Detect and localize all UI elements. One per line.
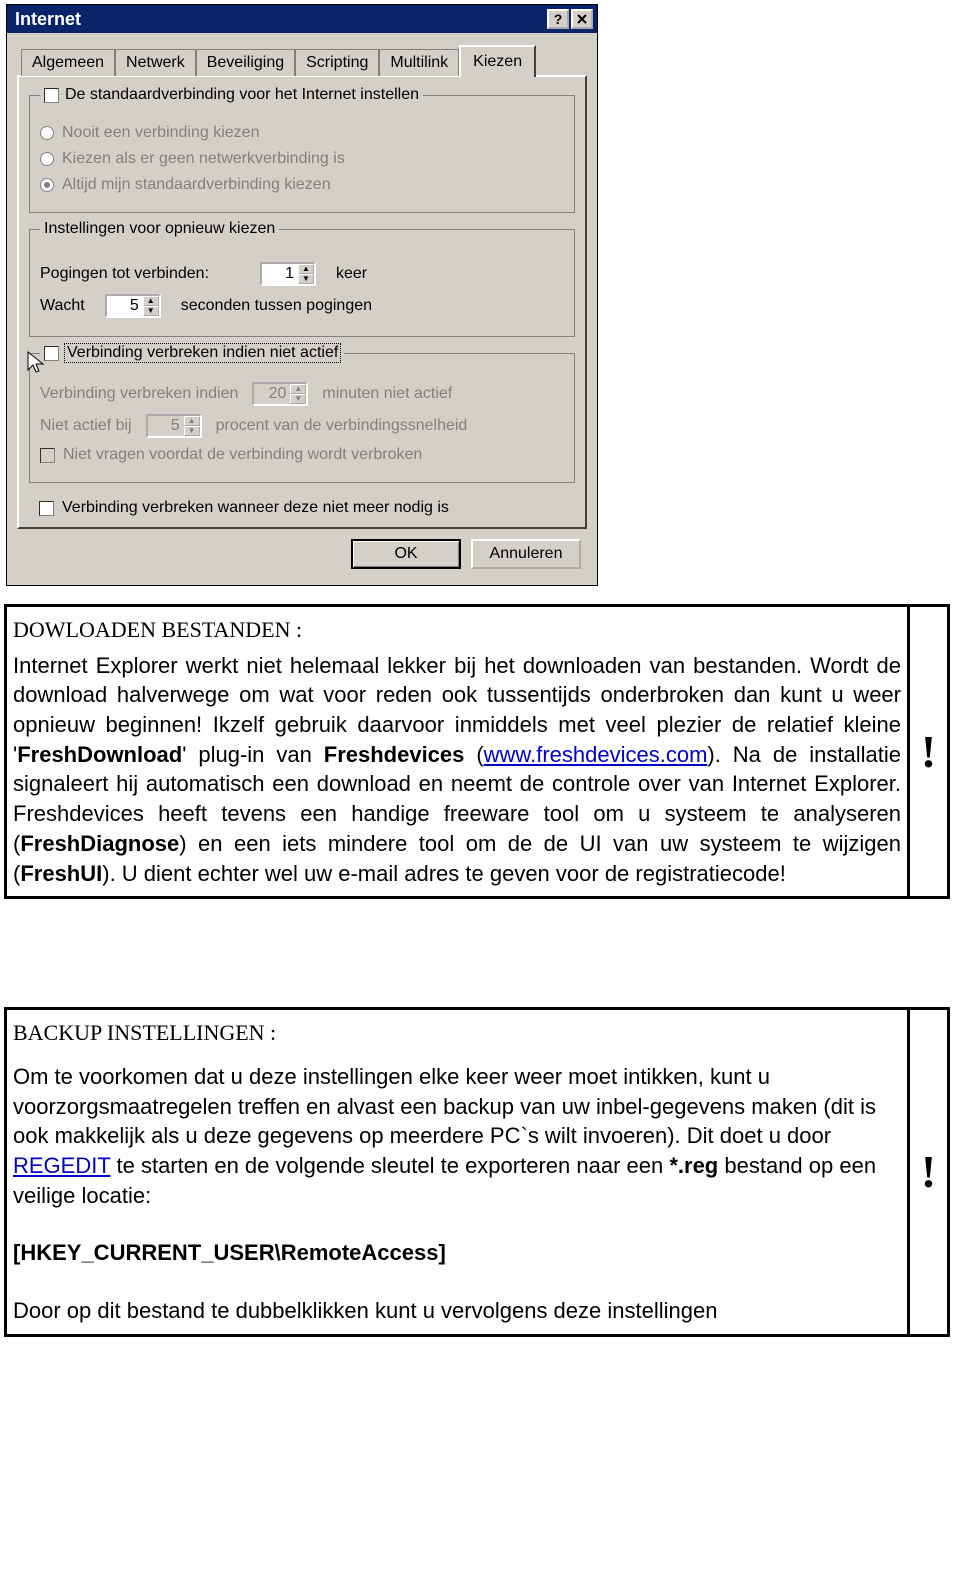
procent-spinner: ▲▼ (146, 414, 202, 438)
pogingen-input[interactable] (262, 264, 298, 284)
niet-vragen-label: Niet vragen voordat de verbinding wordt … (63, 446, 422, 464)
regedit-link[interactable]: REGEDIT (13, 1153, 110, 1178)
download-text: DOWLOADEN BESTANDEN : Internet Explorer … (7, 607, 907, 896)
wacht-input[interactable] (107, 296, 143, 316)
close-icon (577, 14, 587, 24)
spin-down-icon[interactable]: ▼ (143, 306, 159, 316)
download-bang: ! (907, 607, 947, 896)
titlebar[interactable]: Internet ? (7, 5, 597, 33)
group-legend-2: Instellingen voor opnieuw kiezen (44, 220, 275, 238)
spin-up-icon: ▲ (290, 384, 306, 394)
wacht-label: Wacht (40, 297, 85, 315)
pogingen-label: Pogingen tot verbinden: (40, 265, 240, 283)
freshdownload: FreshDownload (17, 742, 182, 767)
backup-text: BACKUP INSTELLINGEN : Om te voorkomen da… (7, 1010, 907, 1334)
cancel-button[interactable]: Annuleren (471, 539, 581, 569)
window-title: Internet (15, 9, 545, 30)
tab-scripting[interactable]: Scripting (295, 49, 379, 76)
niet-actief-bij-label: Niet actief bij (40, 417, 132, 435)
minuten-input (254, 384, 290, 404)
backup-heading: BACKUP INSTELLINGEN : (13, 1018, 901, 1048)
seconden-label: seconden tussen pogingen (181, 297, 372, 315)
tab-beveiliging[interactable]: Beveiliging (196, 49, 295, 76)
minuten-spinner: ▲▼ (252, 382, 308, 406)
freshdevices-link[interactable]: www.freshdevices.com (484, 742, 708, 767)
download-p2: ' plug-in van (182, 742, 324, 767)
group-standaardverbinding: De standaardverbinding voor het Internet… (29, 95, 575, 213)
backup-p1: Om te voorkomen dat u deze instellingen … (13, 1064, 876, 1148)
radio-altijd-label: Altijd mijn standaardverbinding kiezen (62, 176, 331, 194)
tab-panel-kiezen: De standaardverbinding voor het Internet… (17, 75, 587, 529)
internet-dialog: Internet ? Algemeen Netwerk Beveiliging … (6, 4, 598, 586)
procent-input (148, 416, 184, 436)
procent-label: procent van de verbindingssnelheid (216, 417, 468, 435)
checkbox-niet-vragen (40, 448, 55, 463)
tab-kiezen[interactable]: Kiezen (459, 45, 536, 77)
backup-section: BACKUP INSTELLINGEN : Om te voorkomen da… (4, 1007, 950, 1337)
reg-file: *.reg (669, 1153, 718, 1178)
spin-down-icon: ▼ (184, 426, 200, 436)
close-button[interactable] (571, 9, 593, 29)
checkbox-verbreken-inactief[interactable] (44, 346, 59, 361)
freshdevices: Freshdevices (324, 742, 465, 767)
download-section: DOWLOADEN BESTANDEN : Internet Explorer … (4, 604, 950, 899)
spin-down-icon: ▼ (290, 394, 306, 404)
radio-als-geen-label: Kiezen als er geen netwerkverbinding is (62, 150, 345, 168)
download-p6: ). U dient echter wel uw e-mail adres te… (102, 861, 786, 886)
radio-nooit (40, 126, 54, 140)
checkbox-standaardverbinding[interactable] (44, 88, 59, 103)
radio-als-geen (40, 152, 54, 166)
ok-button[interactable]: OK (351, 539, 461, 569)
wacht-spinner[interactable]: ▲▼ (105, 294, 161, 318)
radio-altijd (40, 178, 54, 192)
spin-up-icon: ▲ (184, 416, 200, 426)
freshui: FreshUI (20, 861, 102, 886)
backup-p4: Door op dit bestand te dubbelklikken kun… (13, 1298, 717, 1323)
verbreken-indien-label: Verbinding verbreken indien (40, 385, 238, 403)
spin-down-icon[interactable]: ▼ (298, 274, 314, 284)
freshdiagnose: FreshDiagnose (20, 831, 179, 856)
help-button[interactable]: ? (547, 9, 569, 29)
pogingen-spinner[interactable]: ▲▼ (260, 262, 316, 286)
keer-label: keer (336, 265, 367, 283)
minuten-label: minuten niet actief (322, 385, 452, 403)
tab-multilink[interactable]: Multilink (379, 49, 459, 76)
group-opnieuw-kiezen: Instellingen voor opnieuw kiezen Poginge… (29, 229, 575, 337)
group-legend-1: De standaardverbinding voor het Internet… (65, 86, 419, 104)
verbreken-nodig-label: Verbinding verbreken wanneer deze niet m… (62, 499, 449, 517)
backup-bang: ! (907, 1010, 947, 1334)
spin-up-icon[interactable]: ▲ (298, 264, 314, 274)
backup-p2: te starten en de volgende sleutel te exp… (110, 1153, 669, 1178)
download-p3: ( (464, 742, 483, 767)
group-legend-3: Verbinding verbreken indien niet actief (65, 344, 340, 362)
tab-netwerk[interactable]: Netwerk (115, 49, 196, 76)
registry-key: [HKEY_CURRENT_USER\RemoteAccess] (13, 1240, 446, 1265)
group-verbreken: Verbinding verbreken indien niet actief … (29, 353, 575, 483)
checkbox-verbreken-nodig[interactable] (39, 501, 54, 516)
radio-nooit-label: Nooit een verbinding kiezen (62, 124, 259, 142)
spin-up-icon[interactable]: ▲ (143, 296, 159, 306)
tab-algemeen[interactable]: Algemeen (21, 49, 115, 76)
tab-row: Algemeen Netwerk Beveiliging Scripting M… (21, 43, 587, 75)
download-heading: DOWLOADEN BESTANDEN : (13, 615, 901, 645)
